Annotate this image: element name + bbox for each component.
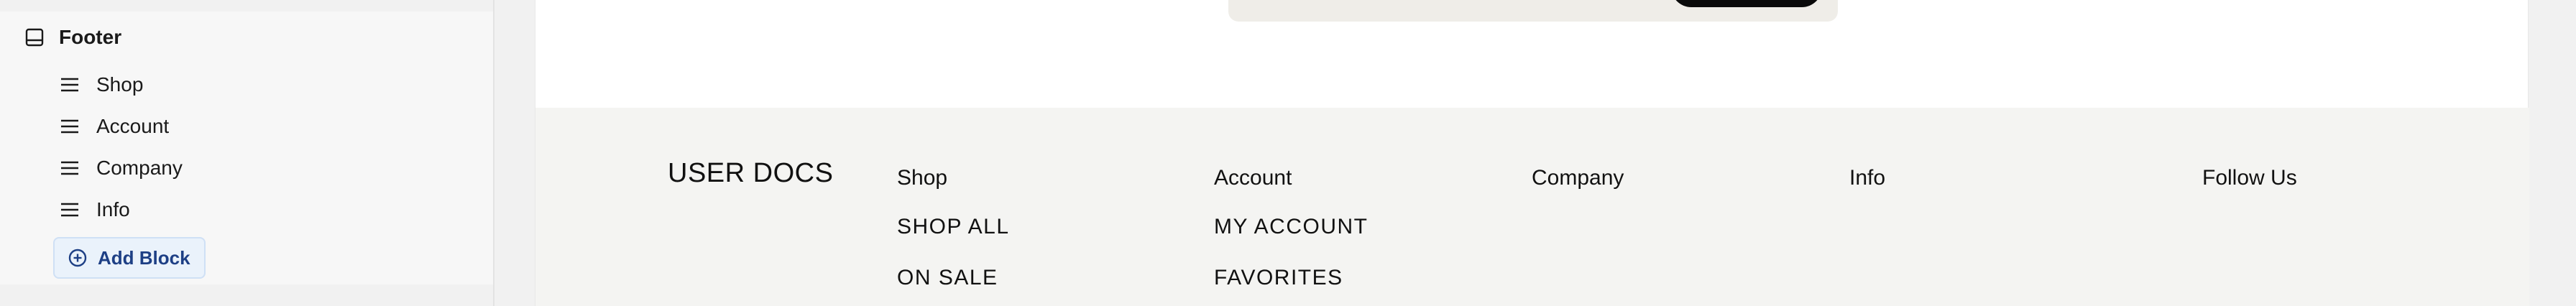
plus-circle-icon bbox=[68, 248, 88, 268]
footer-link[interactable]: MY ACCOUNT bbox=[1214, 214, 1368, 240]
drag-handle-icon[interactable] bbox=[60, 202, 79, 218]
footer-column-info: Info bbox=[1849, 165, 1885, 191]
footer-link[interactable]: SHOP ALL bbox=[897, 214, 1010, 240]
drag-handle-icon[interactable] bbox=[60, 160, 79, 176]
footer-column-account: Account MY ACCOUNT FAVORITES bbox=[1214, 165, 1368, 291]
footer-column-heading: Shop bbox=[897, 166, 948, 190]
footer-column-heading: Follow Us bbox=[2202, 166, 2297, 190]
footer-column-shop: Shop SHOP ALL ON SALE bbox=[897, 165, 1010, 291]
footer-brand[interactable]: USER DOCS bbox=[668, 158, 833, 189]
sidebar-item-shop[interactable]: Shop bbox=[60, 70, 143, 99]
editor-app: Footer Shop Account Company Info Add Blo… bbox=[0, 0, 2576, 306]
footer-section-header[interactable]: Footer bbox=[24, 24, 121, 50]
sidebar-item-label: Account bbox=[96, 115, 170, 137]
sidebar-item-info[interactable]: Info bbox=[60, 195, 130, 224]
footer-link[interactable]: FAVORITES bbox=[1214, 265, 1368, 291]
footer-section-label: Footer bbox=[59, 26, 122, 48]
sidebar-item-label: Company bbox=[96, 157, 183, 179]
sidebar-item-account[interactable]: Account bbox=[60, 112, 169, 141]
footer-column-heading: Info bbox=[1849, 166, 1886, 190]
site-preview: USER DOCS Shop SHOP ALL ON SALE Account … bbox=[535, 0, 2529, 306]
add-block-label: Add Block bbox=[98, 246, 190, 269]
footer-column-heading: Account bbox=[1214, 166, 1292, 190]
sidebar-item-company[interactable]: Company bbox=[60, 154, 183, 182]
drag-handle-icon[interactable] bbox=[60, 119, 79, 134]
preview-canvas: USER DOCS Shop SHOP ALL ON SALE Account … bbox=[494, 0, 2576, 306]
add-block-button[interactable]: Add Block bbox=[53, 237, 206, 279]
drag-handle-icon[interactable] bbox=[60, 77, 79, 93]
sidebar: Footer Shop Account Company Info Add Blo… bbox=[0, 0, 494, 306]
footer-column-follow-us: Follow Us bbox=[2202, 165, 2297, 191]
footer-link[interactable]: ON SALE bbox=[897, 265, 1010, 291]
footer-column-company: Company bbox=[1532, 165, 1624, 191]
newsletter-submit-button[interactable] bbox=[1671, 0, 1822, 7]
newsletter-form bbox=[1228, 0, 1838, 22]
footer-column-heading: Company bbox=[1532, 166, 1624, 190]
panel-bottom-icon bbox=[24, 27, 45, 47]
site-footer: USER DOCS Shop SHOP ALL ON SALE Account … bbox=[535, 108, 2529, 306]
sidebar-item-label: Info bbox=[96, 198, 130, 221]
sidebar-item-label: Shop bbox=[96, 73, 144, 96]
